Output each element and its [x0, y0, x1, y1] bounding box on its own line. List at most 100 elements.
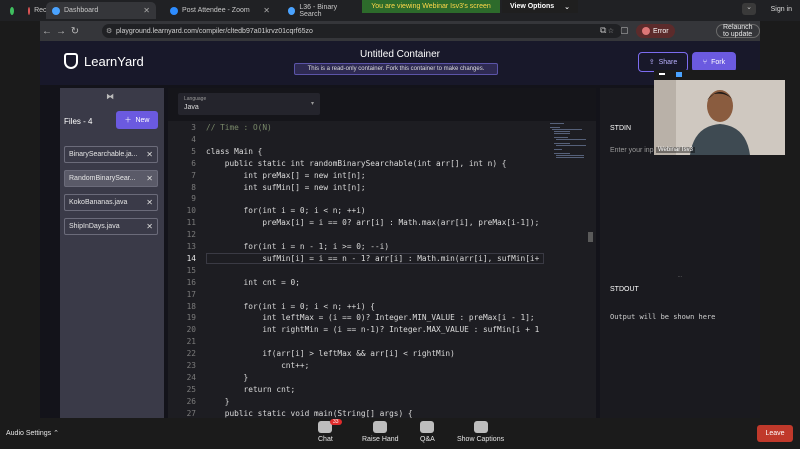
line-number: 4	[191, 134, 196, 144]
file-item-selected[interactable]: RandomBinarySear... ✕	[64, 170, 158, 187]
line-number: 24	[186, 372, 196, 382]
file-item[interactable]: BinarySearchable.ja... ✕	[64, 146, 158, 163]
profile-error-badge[interactable]: Error	[636, 24, 675, 38]
site-info-icon[interactable]: ⚙	[106, 27, 112, 35]
sign-in-link[interactable]: Sign in	[771, 6, 792, 13]
logo[interactable]: LearnYard	[64, 53, 144, 69]
person-image	[654, 80, 785, 155]
line-number: 17	[186, 289, 196, 299]
close-icon[interactable]: ✕	[146, 198, 153, 207]
audio-settings-button[interactable]: Audio Settings ⌃	[6, 429, 59, 437]
code-line: if(arr[i] > leftMax && arr[i] < rightMin…	[206, 349, 455, 359]
browser-tab-strip: Recording Dashboard✕ Post Attendee - Zoo…	[0, 0, 800, 21]
file-item[interactable]: ShipInDays.java ✕	[64, 218, 158, 235]
relaunch-button[interactable]: Relaunch to update	[716, 24, 760, 38]
chat-count-badge: 33	[330, 419, 342, 425]
back-icon[interactable]: ←	[40, 26, 54, 37]
plus-icon: ＋	[124, 117, 132, 124]
share-icon: ⇪	[648, 59, 655, 66]
chevron-up-icon: ⌃	[53, 430, 59, 437]
dashboard-icon	[52, 6, 60, 15]
reload-icon[interactable]: ↻	[68, 26, 82, 37]
new-file-button[interactable]: ＋ New	[116, 111, 158, 129]
code-line: for(int i = n - 1; i >= 0; --i)	[206, 242, 390, 251]
line-number: 3	[191, 123, 196, 132]
line-number: 26	[186, 396, 196, 406]
close-icon[interactable]: ✕	[143, 6, 150, 15]
line-number: 20	[186, 325, 196, 335]
cc-icon	[473, 421, 488, 433]
line-number: 12	[186, 230, 196, 240]
line-number: 14	[186, 253, 196, 263]
line-number: 13	[186, 242, 196, 251]
code-line: int sufMin[] = new int[n];	[206, 182, 366, 192]
raise-hand-button[interactable]: Raise Hand	[362, 421, 399, 443]
url-field[interactable]: ⚙ playground.learnyard.com/compiler/clte…	[102, 24, 622, 38]
code-line: }	[206, 396, 230, 406]
line-number: 21	[186, 337, 196, 347]
forward-icon[interactable]: →	[54, 26, 68, 37]
shield-icon[interactable]	[4, 2, 20, 19]
record-icon	[28, 6, 31, 15]
zoom-controls: Audio Settings ⌃ Chat 33 Raise Hand Q&A …	[0, 418, 800, 449]
collapse-icon[interactable]: ⧓	[106, 92, 114, 101]
line-number: 25	[186, 384, 196, 394]
line-number: 8	[191, 182, 196, 192]
scrollbar[interactable]	[588, 232, 593, 242]
zoom-share-banner: You are viewing Webinar Isv3's screen	[362, 0, 500, 13]
code-line: int cnt = 0;	[206, 277, 300, 287]
fork-button[interactable]: ⑂ Fork	[692, 52, 736, 72]
line-number: 19	[186, 313, 196, 323]
sidepanel-icon[interactable]: ▢	[620, 25, 629, 36]
address-bar: ← → ↻ ⚙ playground.learnyard.com/compile…	[40, 21, 760, 41]
share-button[interactable]: ⇪ Share	[638, 52, 688, 72]
line-number: 6	[191, 158, 196, 168]
tab-zoom[interactable]: Post Attendee - Zoom ✕	[164, 2, 276, 19]
code-line: for(int i = 0; i < n; ++i) {	[206, 301, 375, 311]
page-icon	[288, 6, 296, 15]
code-line: for(int i = 0; i < n; ++i)	[206, 206, 366, 216]
tab-dashboard[interactable]: Dashboard ✕	[46, 2, 156, 19]
code-line: return cnt;	[206, 384, 296, 394]
stdin-heading: STDIN	[610, 125, 631, 132]
minimap[interactable]	[548, 121, 588, 181]
captions-button[interactable]: Show Captions	[457, 421, 504, 443]
code-line: public static void main(String[] args) {	[206, 408, 413, 418]
close-icon[interactable]: ✕	[146, 174, 153, 183]
shield-logo-icon	[64, 53, 78, 69]
code-line: public static int randomBinarySearchable…	[206, 158, 507, 168]
line-number: 5	[191, 146, 196, 156]
close-icon[interactable]: ✕	[263, 6, 270, 15]
extensions-icon[interactable]: ⧉	[600, 25, 606, 36]
tab-binary-search[interactable]: L36 - Binary Search	[282, 2, 362, 19]
language-select[interactable]: Language Java ▾	[178, 93, 320, 115]
line-number: 10	[186, 206, 196, 216]
tab-search-icon[interactable]: ⌄	[742, 3, 756, 15]
webcam-video[interactable]: Webinar Isv3	[654, 70, 785, 155]
line-number: 18	[186, 301, 196, 311]
code-line: int preMax[] = new int[n];	[206, 170, 366, 180]
view-options-button[interactable]: View Options ⌄	[502, 0, 578, 13]
chevron-down-icon: ⌄	[564, 3, 571, 11]
panel-resize-handle[interactable]: ⋯	[600, 274, 760, 280]
line-number: 15	[186, 265, 196, 275]
line-number: 23	[186, 361, 196, 370]
code-editor[interactable]: 3 // Time : O(N) 4 5 class Main {6 public st…	[168, 121, 596, 418]
file-item[interactable]: KokoBananas.java ✕	[64, 194, 158, 211]
line-number: 11	[186, 218, 196, 228]
avatar	[642, 27, 650, 35]
code-line: }	[206, 372, 249, 382]
star-icon[interactable]: ☆	[608, 27, 614, 35]
chevron-down-icon: ▾	[310, 101, 314, 107]
editor-panel: Language Java ▾ 3 // Time : O(N) 4 5 class M…	[168, 88, 596, 418]
zoom-icon	[170, 6, 178, 15]
files-count-label: Files - 4	[64, 117, 93, 126]
qa-button[interactable]: Q&A	[420, 421, 435, 443]
leave-button[interactable]: Leave	[757, 425, 793, 442]
line-number: 7	[191, 170, 196, 180]
close-icon[interactable]: ✕	[146, 150, 153, 159]
code-line: preMax[i] = i == 0? arr[i] : Math.max(ar…	[206, 218, 540, 228]
line-number: 16	[186, 277, 196, 287]
close-icon[interactable]: ✕	[146, 222, 153, 231]
stdout-heading: STDOUT	[610, 286, 639, 293]
